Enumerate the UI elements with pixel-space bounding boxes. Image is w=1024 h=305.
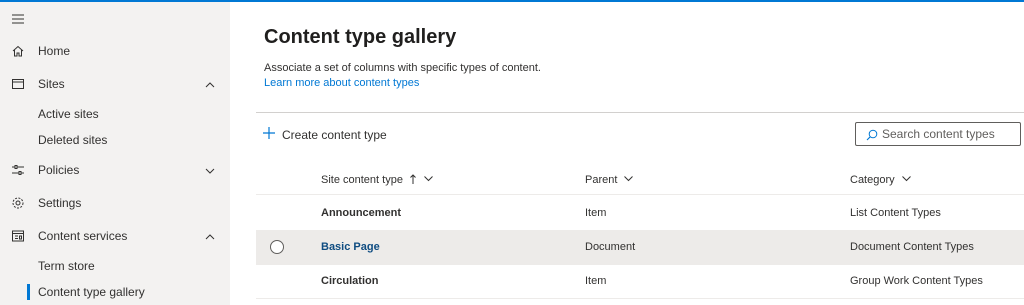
sidebar-item-label: Settings [38,196,82,210]
sidebar-item-label: Deleted sites [38,133,108,147]
page-description: Associate a set of columns with specific… [264,62,541,74]
sidebar-item-home[interactable]: Home [0,36,230,66]
sidebar-item-policies[interactable]: Policies [0,155,230,185]
column-header-parent[interactable]: Parent [585,164,634,196]
page-title: Content type gallery [264,26,457,48]
parent-cell: Item [585,207,607,219]
sidebar-item-term-store[interactable]: Term store [0,254,230,278]
gear-icon [11,196,25,210]
column-header-site-content-type[interactable]: Site content type [321,164,434,196]
parent-cell: Item [585,275,607,287]
sidebar-item-label: Sites [38,77,65,91]
hamburger-icon[interactable] [11,12,25,26]
table-row[interactable]: Announcement Item List Content Types [256,196,1024,230]
sidebar-item-label: Term store [38,259,95,273]
sidebar-item-deleted-sites[interactable]: Deleted sites [0,128,230,152]
sidebar-item-settings[interactable]: Settings [0,188,230,218]
table-row[interactable]: Circulation Item Group Work Content Type… [256,264,1024,298]
sliders-icon [11,163,25,177]
plus-icon [262,126,276,145]
learn-more-link[interactable]: Learn more about content types [264,77,419,89]
sidebar-item-content-services[interactable]: Content services [0,221,230,251]
sidebar-item-label: Active sites [38,107,99,121]
chevron-down-icon [423,173,434,187]
window-icon [11,77,25,91]
divider [256,112,1024,113]
sidebar-item-label: Content type gallery [38,285,145,299]
left-navigation: Home Sites Active sites Deleted sites Po… [0,2,230,305]
create-content-type-label: Create content type [282,128,387,142]
row-select-radio[interactable] [270,240,284,254]
search-input[interactable] [882,127,1012,141]
chevron-down-icon [204,164,216,176]
parent-cell: Document [585,241,636,253]
create-content-type-button[interactable]: Create content type [262,124,387,146]
column-header-label: Parent [585,174,618,186]
sidebar-item-label: Policies [38,163,80,177]
sidebar-item-sites[interactable]: Sites [0,69,230,99]
category-cell: Document Content Types [850,241,974,253]
home-icon [11,44,25,58]
selected-indicator [27,284,30,300]
sidebar-item-label: Content services [38,229,128,243]
sidebar-item-content-type-gallery[interactable]: Content type gallery [0,280,230,304]
divider [256,194,1024,195]
sidebar-item-label: Home [38,44,71,58]
chevron-up-icon [204,78,216,90]
sort-ascending-icon [409,173,417,188]
content-type-name[interactable]: Announcement [321,196,401,230]
chevron-up-icon [204,230,216,242]
category-cell: List Content Types [850,207,941,219]
search-icon [866,128,878,141]
content-services-icon [11,229,25,243]
chevron-down-icon [901,173,912,187]
column-header-label: Category [850,174,895,186]
column-header-label: Site content type [321,174,403,186]
search-box[interactable] [855,122,1021,146]
chevron-down-icon [623,173,634,187]
divider [256,298,1024,299]
column-header-category[interactable]: Category [850,164,912,196]
table-row[interactable]: Basic Page Document Document Content Typ… [256,230,1024,264]
category-cell: Group Work Content Types [850,275,983,287]
content-type-name[interactable]: Basic Page [321,230,380,264]
content-type-name[interactable]: Circulation [321,264,378,298]
sidebar-item-active-sites[interactable]: Active sites [0,102,230,126]
main-content: Content type gallery Associate a set of … [230,2,1024,305]
